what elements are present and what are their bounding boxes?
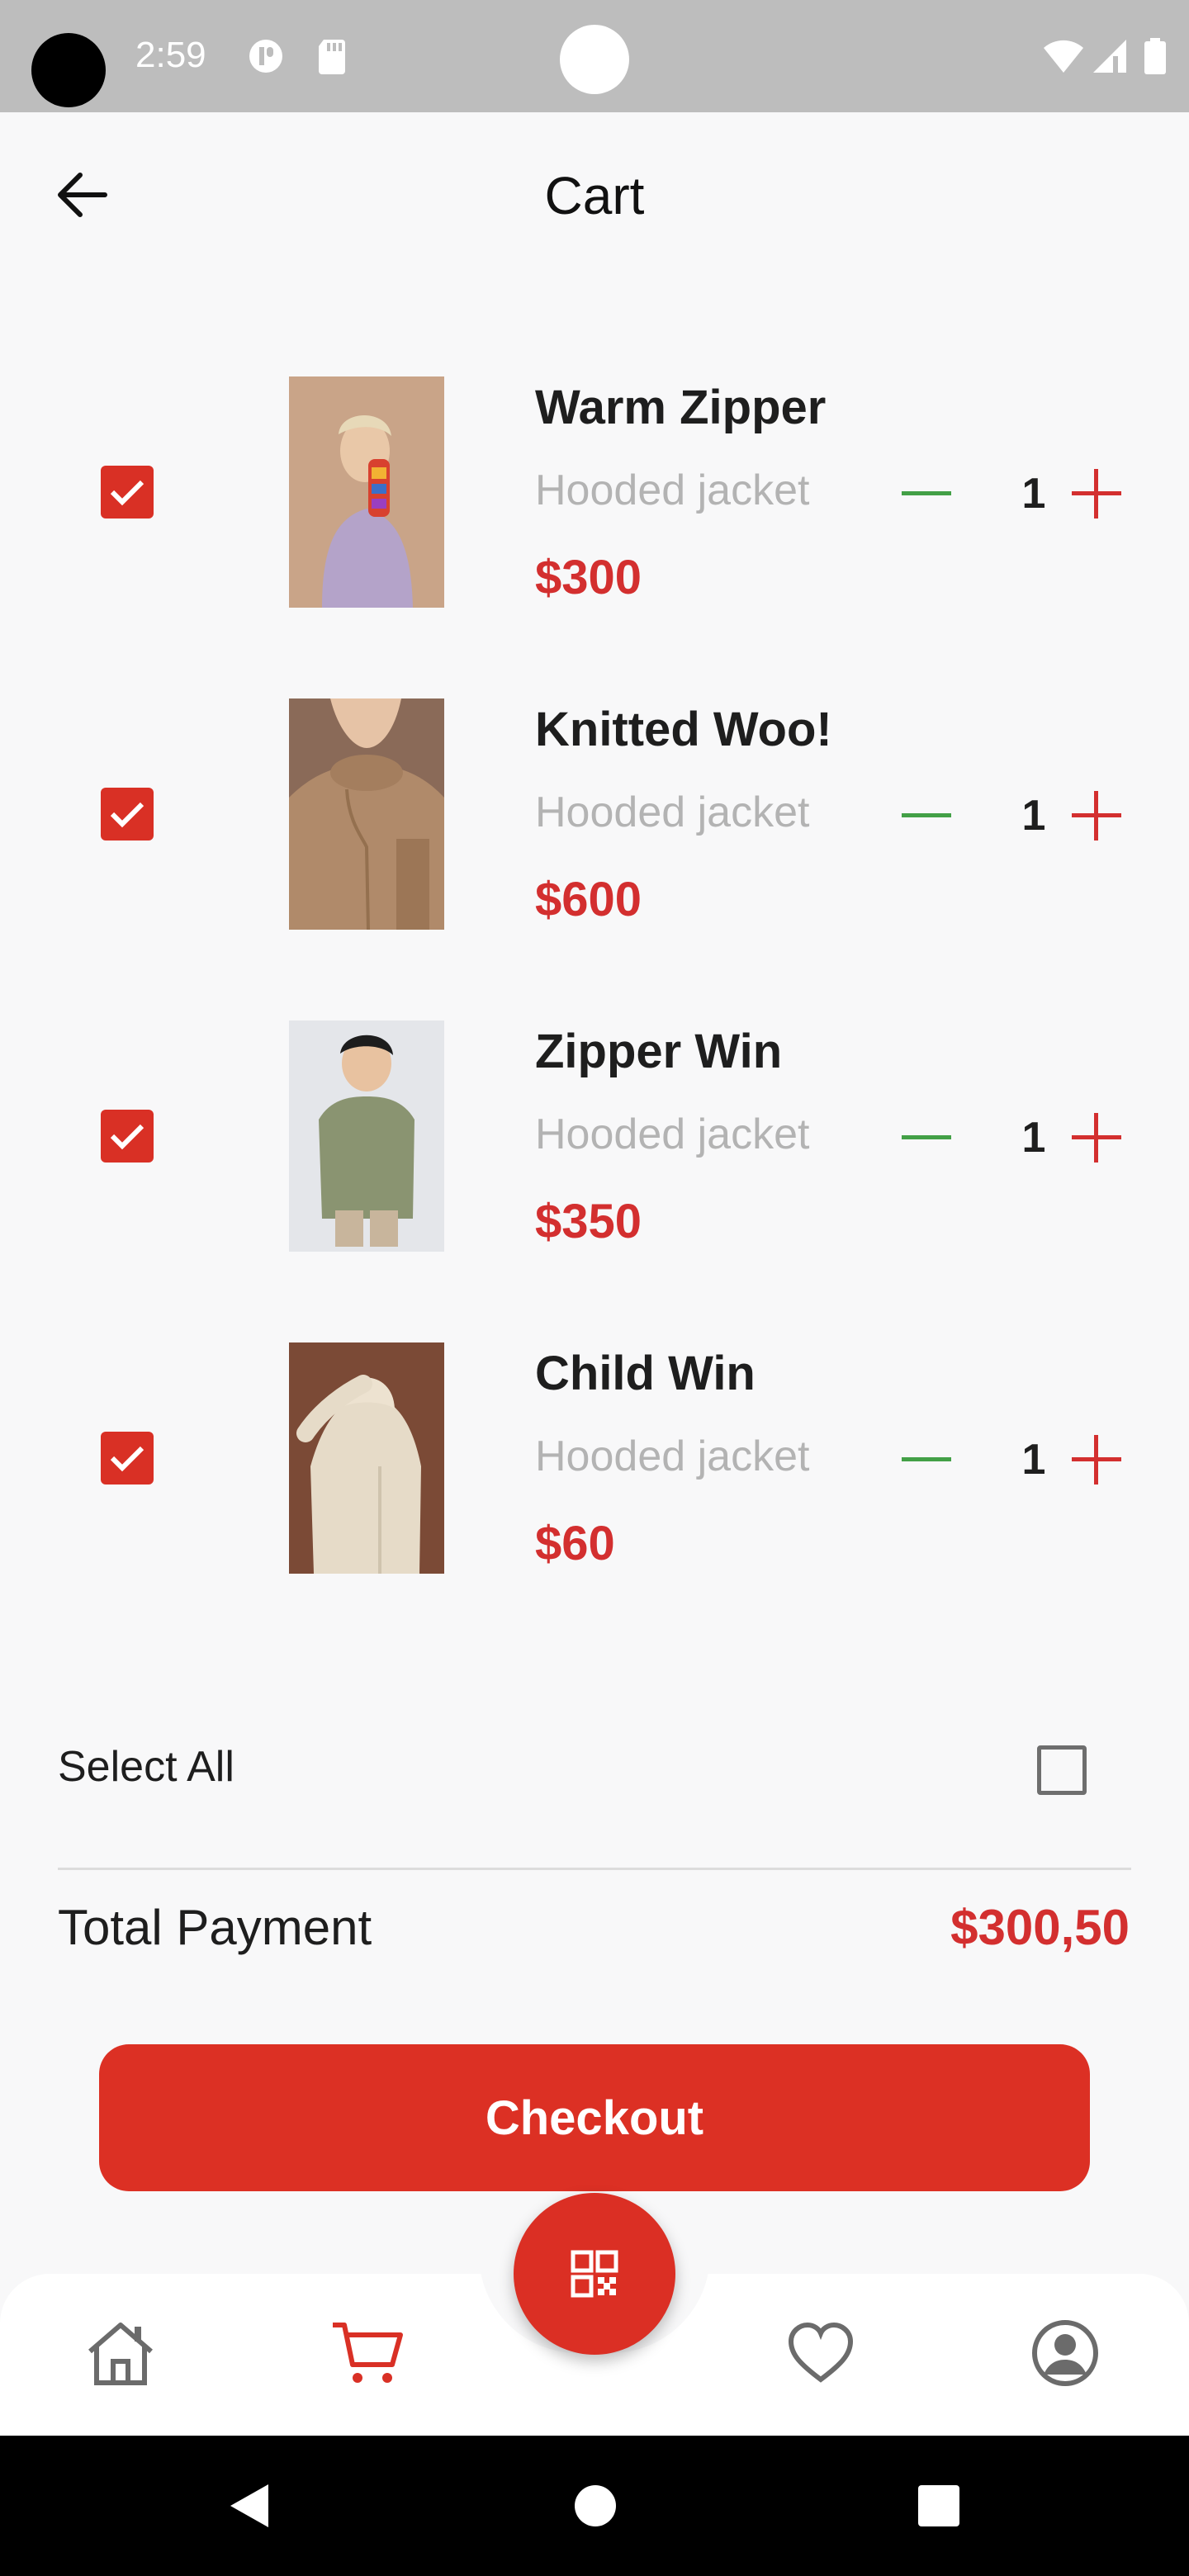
total-payment-label: Total Payment (58, 1900, 372, 1955)
status-time: 2:59 (135, 35, 206, 75)
front-camera (560, 25, 629, 94)
plus-icon (1072, 469, 1121, 519)
item-quantity: 1 (1021, 470, 1046, 518)
page-title: Cart (544, 166, 645, 225)
check-icon (110, 1446, 144, 1472)
square-recents-icon (918, 2485, 959, 2526)
camera-cutout (31, 33, 106, 107)
cart-item: Warm Zipper Hooded jacket $300 1 (0, 372, 1189, 619)
nav-favorites[interactable] (779, 2312, 862, 2394)
item-subtitle: Hooded jacket (535, 466, 810, 514)
status-bar: 2:59 (0, 0, 1189, 112)
plus-icon (1072, 1113, 1121, 1163)
qr-code-icon (571, 2250, 618, 2298)
wifi-icon (1042, 38, 1085, 74)
cart-item: Knitted Woo! Hooded jacket $600 1 (0, 694, 1189, 941)
item-name: Zipper Win (535, 1025, 783, 1078)
product-image[interactable] (289, 698, 444, 930)
select-all-checkbox[interactable] (1037, 1745, 1087, 1795)
cart-icon (333, 2323, 403, 2383)
total-payment-value: $300,50 (950, 1900, 1130, 1955)
system-recents-button[interactable] (902, 2469, 976, 2543)
item-subtitle: Hooded jacket (535, 1432, 810, 1480)
item-price: $60 (535, 1517, 615, 1570)
check-icon (110, 480, 144, 506)
item-checkbox[interactable] (101, 466, 154, 519)
item-checkbox[interactable] (101, 1432, 154, 1485)
sd-card-icon (317, 38, 350, 74)
product-image[interactable] (289, 376, 444, 608)
product-photo-zipper-win (289, 1020, 444, 1252)
product-image[interactable] (289, 1020, 444, 1252)
nav-home[interactable] (79, 2312, 162, 2394)
cart-item: Child Win Hooded jacket $60 1 (0, 1338, 1189, 1585)
minus-icon (902, 813, 951, 817)
decrease-quantity-button[interactable] (900, 467, 953, 520)
app-header: Cart (0, 112, 1189, 277)
item-subtitle: Hooded jacket (535, 1110, 810, 1158)
increase-quantity-button[interactable] (1070, 789, 1123, 842)
item-price: $600 (535, 873, 642, 926)
minus-icon (902, 491, 951, 495)
notification-icon (248, 38, 282, 74)
increase-quantity-button[interactable] (1070, 467, 1123, 520)
item-quantity: 1 (1021, 1436, 1046, 1484)
item-quantity: 1 (1021, 1114, 1046, 1162)
item-price: $300 (535, 551, 642, 604)
check-icon (110, 1124, 144, 1150)
plus-icon (1072, 1435, 1121, 1485)
decrease-quantity-button[interactable] (900, 1111, 953, 1164)
item-checkbox[interactable] (101, 1110, 154, 1163)
item-checkbox[interactable] (101, 788, 154, 841)
decrease-quantity-button[interactable] (900, 789, 953, 842)
heart-icon (788, 2322, 854, 2383)
nav-cart[interactable] (325, 2312, 408, 2394)
divider (58, 1868, 1131, 1870)
cart-item: Zipper Win Hooded jacket $350 1 (0, 1016, 1189, 1263)
profile-icon (1032, 2320, 1098, 2386)
home-icon (88, 2323, 153, 2385)
nav-profile[interactable] (1024, 2312, 1106, 2394)
qr-scan-button[interactable] (514, 2193, 675, 2355)
increase-quantity-button[interactable] (1070, 1433, 1123, 1486)
circle-home-icon (575, 2485, 616, 2526)
item-price: $350 (535, 1195, 642, 1248)
select-all-label: Select All (58, 1743, 234, 1791)
decrease-quantity-button[interactable] (900, 1433, 953, 1486)
checkout-button[interactable]: Checkout (99, 2044, 1090, 2191)
item-quantity: 1 (1021, 792, 1046, 840)
system-back-button[interactable] (211, 2469, 286, 2543)
item-name: Knitted Woo! (535, 703, 832, 756)
check-icon (110, 802, 144, 828)
plus-icon (1072, 791, 1121, 841)
item-name: Warm Zipper (535, 381, 827, 434)
product-image[interactable] (289, 1342, 444, 1574)
minus-icon (902, 1457, 951, 1461)
system-navigation-bar (0, 2436, 1189, 2576)
battery-icon (1143, 38, 1168, 74)
product-photo-warm-zipper (289, 376, 444, 608)
signal-icon (1092, 38, 1130, 74)
increase-quantity-button[interactable] (1070, 1111, 1123, 1164)
system-home-button[interactable] (558, 2469, 632, 2543)
triangle-back-icon (230, 2484, 268, 2527)
product-photo-child-win (289, 1342, 444, 1574)
product-photo-knitted-wool (289, 698, 444, 930)
item-name: Child Win (535, 1347, 756, 1400)
minus-icon (902, 1135, 951, 1139)
item-subtitle: Hooded jacket (535, 788, 810, 836)
